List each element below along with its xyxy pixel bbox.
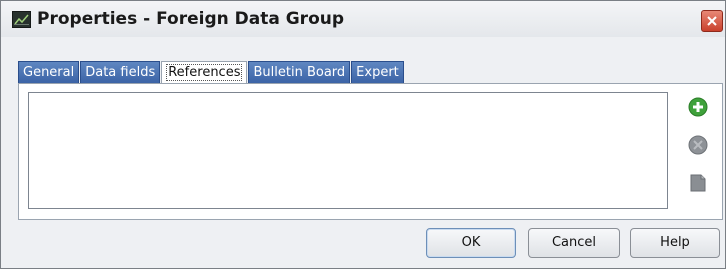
tab-references[interactable]: References	[161, 61, 248, 83]
tab-label: General	[23, 65, 75, 80]
tab-strip: General Data fields References Bulletin …	[18, 61, 405, 83]
dialog-title: Properties - Foreign Data Group	[37, 9, 345, 29]
tab-data-fields[interactable]: Data fields	[80, 61, 161, 83]
close-icon	[707, 16, 717, 26]
references-panel	[18, 83, 723, 220]
tab-label: Data fields	[85, 65, 156, 80]
edit-icon	[690, 174, 706, 192]
tab-general[interactable]: General	[18, 61, 80, 83]
help-button[interactable]: Help	[630, 228, 720, 258]
remove-reference-button[interactable]	[687, 134, 709, 156]
tab-expert[interactable]: Expert	[351, 61, 404, 83]
cancel-button[interactable]: Cancel	[528, 228, 620, 258]
title-bar[interactable]: Properties - Foreign Data Group	[1, 1, 725, 37]
references-list[interactable]	[28, 92, 668, 209]
close-button[interactable]	[701, 10, 723, 32]
tab-label: Bulletin Board	[253, 65, 346, 80]
tab-label: Expert	[356, 65, 399, 80]
remove-icon	[688, 135, 708, 155]
ok-button[interactable]: OK	[426, 228, 516, 258]
tab-label: References	[166, 64, 243, 81]
add-reference-button[interactable]	[687, 96, 709, 118]
properties-dialog: Properties - Foreign Data Group General …	[0, 0, 726, 269]
edit-reference-button[interactable]	[687, 172, 709, 194]
tab-bulletin-board[interactable]: Bulletin Board	[248, 61, 351, 83]
app-icon	[12, 11, 31, 28]
add-icon	[688, 97, 708, 117]
